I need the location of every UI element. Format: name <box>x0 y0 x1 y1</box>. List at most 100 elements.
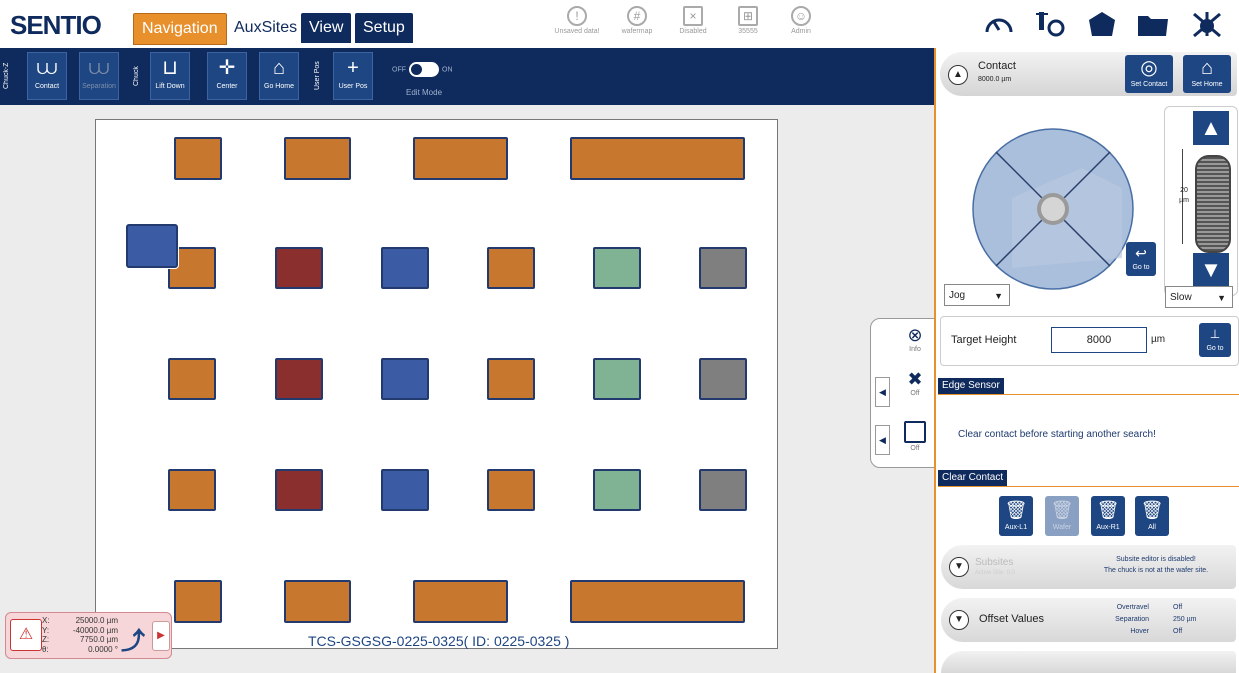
step-unit: µm <box>1179 197 1189 204</box>
die-gray[interactable] <box>699 358 747 400</box>
subsite-message-1: Subsite editor is disabled! <box>1116 556 1196 563</box>
hover-value: Off <box>1173 628 1183 635</box>
die-blue[interactable] <box>381 469 429 511</box>
die-orange[interactable] <box>487 358 535 400</box>
target-height-input[interactable]: 8000 <box>1051 327 1147 353</box>
target-goto-button[interactable]: ⊥ Go to <box>1199 323 1231 357</box>
status-unsaved[interactable]: ! Unsaved data! <box>552 6 602 35</box>
clear-aux-r1-button[interactable]: 🗑 Aux-R1 <box>1091 496 1125 536</box>
edge-sensor-header: Edge Sensor <box>938 378 1004 394</box>
collapsed-row[interactable] <box>941 651 1236 673</box>
lift-icon: ⊥ <box>1209 327 1221 341</box>
edit-mode-label: Edit Mode <box>406 88 443 97</box>
gauge-icon[interactable] <box>982 10 1016 38</box>
set-home-button[interactable]: ⌂ Set Home <box>1183 55 1231 93</box>
contact-title: Contact <box>978 60 1016 72</box>
crossed-probe-icon: ⊗ <box>907 325 923 345</box>
current-die-marker[interactable] <box>126 224 178 268</box>
expand-down-button[interactable]: ▼ <box>949 557 969 577</box>
die-orange[interactable] <box>570 137 745 180</box>
info-toggle[interactable]: ⊗ Info <box>901 325 929 353</box>
die-orange[interactable] <box>168 469 216 511</box>
die-green[interactable] <box>593 469 641 511</box>
die-gray[interactable] <box>699 247 747 289</box>
die-red[interactable] <box>275 358 323 400</box>
separation-value: 250 µm <box>1173 616 1197 623</box>
tab-navigation[interactable]: Navigation <box>133 13 227 45</box>
wafer-map[interactable] <box>95 119 778 649</box>
status-admin[interactable]: ☺ Admin <box>776 6 826 35</box>
xy-joystick[interactable] <box>972 128 1134 290</box>
die-orange[interactable] <box>174 580 222 623</box>
temperature-icon[interactable] <box>1034 10 1068 38</box>
die-orange[interactable] <box>168 358 216 400</box>
status-network[interactable]: ⊞ 35555 <box>723 6 773 35</box>
tab-auxsites[interactable]: AuxSites <box>226 13 305 43</box>
right-control-panel: ▲ Contact 8000.0 µm ◎ Set Contact ⌂ Set … <box>934 48 1239 673</box>
lift-down-button[interactable]: ⊔ Lift Down <box>150 52 190 100</box>
z-wheel[interactable] <box>1195 155 1231 253</box>
probe-off-toggle[interactable]: ✖ Off <box>901 369 929 397</box>
toggle-switch[interactable] <box>409 62 439 77</box>
clear-all-button[interactable]: 🗑 All <box>1135 496 1169 536</box>
center-button[interactable]: ✛ Center <box>207 52 247 100</box>
trash-icon: 🗑 <box>1004 500 1028 520</box>
die-orange[interactable] <box>174 137 222 180</box>
clear-aux-l1-button[interactable]: 🗑 Aux-L1 <box>999 496 1033 536</box>
tab-setup[interactable]: Setup <box>355 13 413 43</box>
die-orange[interactable] <box>413 580 508 623</box>
separation-button[interactable]: ⩊ Separation <box>79 52 119 100</box>
set-contact-button[interactable]: ◎ Set Contact <box>1125 55 1173 93</box>
offset-values-row[interactable]: ▼ Offset Values Overtravel Separation Ho… <box>941 598 1236 642</box>
contact-value: 8000.0 µm <box>978 76 1012 83</box>
die-orange[interactable] <box>487 247 535 289</box>
z-down-button[interactable]: ▼ <box>1193 253 1229 287</box>
die-orange[interactable] <box>487 469 535 511</box>
step-value: 20 <box>1180 187 1188 194</box>
group-label-chuck-z: Chuck-Z <box>3 62 10 90</box>
goto-button[interactable]: ↩ Go to <box>1126 242 1156 276</box>
edit-mode-toggle[interactable]: OFF ON <box>392 62 453 77</box>
die-red[interactable] <box>275 247 323 289</box>
die-blue[interactable] <box>381 247 429 289</box>
clear-wafer-button[interactable]: 🗑 Wafer <box>1045 496 1079 536</box>
die-orange[interactable] <box>570 580 745 623</box>
network-icon: ⊞ <box>738 6 758 26</box>
die-orange[interactable] <box>284 137 351 180</box>
die-green[interactable] <box>593 247 641 289</box>
contact-button[interactable]: ⩊ Contact <box>27 52 67 100</box>
go-home-button[interactable]: ⌂ Go Home <box>259 52 299 100</box>
trash-icon: 🗑 <box>1096 500 1120 520</box>
jog-select[interactable]: Jog ▼ <box>944 284 1010 306</box>
user-icon: ☺ <box>791 6 811 26</box>
chevron-down-icon: ▼ <box>994 291 1003 301</box>
die-green[interactable] <box>593 358 641 400</box>
status-wafermap[interactable]: # wafermap <box>612 6 662 35</box>
collapse-up-button[interactable]: ▲ <box>948 65 968 85</box>
die-orange[interactable] <box>413 137 508 180</box>
square-off-toggle[interactable]: Off <box>901 419 929 452</box>
z-up-button[interactable]: ▲ <box>1193 111 1229 145</box>
folder-icon[interactable] <box>1136 10 1170 38</box>
expand-arrow-button[interactable]: ▶ <box>152 621 170 651</box>
die-red[interactable] <box>275 469 323 511</box>
subsites-row[interactable]: ▼ Subsites Active Site: 0,0 Subsite edit… <box>941 545 1236 589</box>
chevron-down-icon: ▼ <box>1217 293 1226 303</box>
status-disabled[interactable]: × Disabled <box>668 6 718 35</box>
tab-view[interactable]: View <box>301 13 352 43</box>
speed-select[interactable]: Slow ▼ <box>1165 286 1233 308</box>
overtravel-label: Overtravel <box>1116 604 1149 611</box>
target-unit: µm <box>1151 334 1166 345</box>
collapse-arrow-button-2[interactable]: ◀ <box>875 425 890 455</box>
chuck-icon[interactable] <box>1085 10 1119 38</box>
die-gray[interactable] <box>699 469 747 511</box>
group-label-user-pos: User Pos <box>314 61 321 91</box>
die-orange[interactable] <box>284 580 351 623</box>
die-blue[interactable] <box>381 358 429 400</box>
user-pos-button[interactable]: + User Pos <box>333 52 373 100</box>
crossed-tools-icon: ✖ <box>907 369 923 389</box>
expand-down-button[interactable]: ▼ <box>949 610 969 630</box>
subsites-sub: Active Site: 0,0 <box>975 570 1016 576</box>
collapse-arrow-button[interactable]: ◀ <box>875 377 890 407</box>
prober-icon[interactable] <box>1190 10 1224 38</box>
